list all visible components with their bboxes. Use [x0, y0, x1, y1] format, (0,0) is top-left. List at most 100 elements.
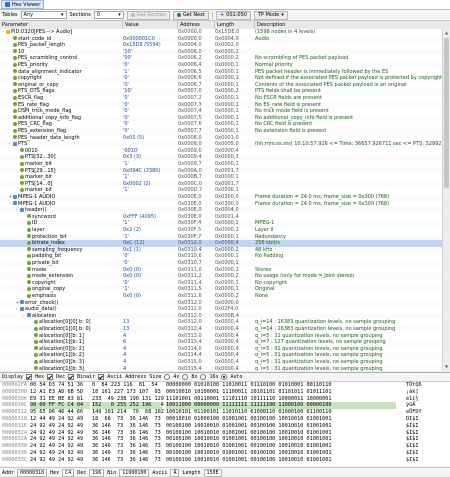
param-value: '1' — [123, 233, 129, 240]
hex-row[interactable]: 0000032A 24 92 49 24 92 49 36 146 73 36 14… — [0, 436, 450, 443]
tree-row[interactable]: original_copy '1' 0x0311,5 0x0000,1 Original — [0, 286, 442, 293]
parameter-tree[interactable]: - PID:0320[PES --> Audio] 0x0000,0 0x15DE,0… — [0, 29, 442, 371]
tree-row[interactable]: allocation[1][b: 2] 4 0x0314,4 0x0000,4 q_i=… — [0, 352, 442, 359]
tree-row[interactable]: PES_CRC_flag '0' 0x0007,6 0x0000,1 No CRC fi… — [0, 121, 442, 128]
tree-row[interactable]: PES_header_data_length 0x05 (5) 0x0008,0 0x… — [0, 135, 442, 142]
tree-row[interactable]: allocation[0][b: 1] 4 0x0313,0 0x0000,4 q_i=… — [0, 333, 442, 340]
hex-field[interactable]: C4 — [62, 468, 75, 477]
tree-row[interactable]: PTS_DTS_flags '10' 0x0007,0 0x0000,2 PTS fie… — [0, 88, 442, 95]
col-value[interactable]: Value — [123, 21, 178, 29]
sections-select[interactable]: 0 ▾ — [93, 11, 124, 19]
tree-row[interactable]: ESCR_flag '0' 0x0007,2 0x0000,1 No ESCR fiel… — [0, 95, 442, 102]
tree-row[interactable]: - MPEG-1 AUDIO 0x030E,0 0x0300,0 Frame durat… — [0, 201, 442, 208]
tree-row[interactable]: DSM_trick_mode_flag '0' 0x0007,4 0x0000,1 No… — [0, 108, 442, 115]
radio-auto[interactable] — [221, 374, 228, 380]
tree-row[interactable]: + error_check() 0x0312,0 0x0000,0 — [0, 299, 442, 307]
tree-row[interactable]: allocation[1][0] b: 0] 13 0x0312,4 0x0000,4… — [0, 326, 442, 333]
tp-mode-button[interactable]: TP Mode ▾ — [253, 10, 288, 20]
hex-row[interactable]: 000002FA 00 54 D3 74 51 36 0 84 223 116 81… — [0, 382, 450, 389]
tree-row[interactable]: marker_bit '1' 0x000D,7 0x0000,1 — [0, 187, 442, 194]
scroll-up-icon[interactable]: ▲ — [444, 30, 449, 36]
field-icon — [34, 319, 38, 324]
col-description[interactable]: Description — [255, 21, 450, 29]
tree-row[interactable]: + MPEG-1 AUDIO 0x000E,0 0x0300,0 Frame durat… — [0, 194, 442, 201]
tree-row[interactable]: additional_copy_info_flag '0' 0x0007,5 0x00… — [0, 114, 442, 122]
addr-field[interactable]: 00000310 — [17, 468, 48, 477]
tree-row[interactable]: PTS[29...15] 0x094C (2380) 0x000A,0 0x0001,… — [0, 167, 442, 175]
hex-row[interactable]: 00000300 12 A1 E3 AD 6B 5D 18 161 227 173 … — [0, 389, 450, 396]
tree-row[interactable]: layer 0x2 (2) 0x030F,5 0x0000,2 Layer II — [0, 227, 442, 234]
radio-8x[interactable] — [182, 374, 189, 380]
radio-4x[interactable] — [164, 374, 171, 380]
hex-dump[interactable]: 000002FA 00 54 D3 74 51 36 0 84 223 116 81… — [0, 382, 450, 466]
tree-row[interactable]: original_or_copy '0' 0x0006,7 0x0000,1 Conte… — [0, 82, 442, 89]
ascii-checkbox[interactable] — [98, 374, 105, 380]
dec-checkbox[interactable] — [47, 374, 54, 380]
col-length[interactable]: Length — [215, 21, 255, 29]
tree-row[interactable]: - PID:0320[PES --> Audio] 0x0000,0 0x15DE,0… — [0, 29, 442, 36]
tree-row[interactable]: data_alignment_indicator '1' 0x0006,5 0x000… — [0, 69, 442, 76]
hex-viewer-tab[interactable]: Hex Viewer — [1, 0, 45, 9]
tree-row[interactable]: - header() 0x030E,0 0x0004,0 — [0, 207, 442, 214]
tree-row[interactable]: start_code_id 0x000001C0 0x0000,0 0x0004,0 A… — [0, 35, 442, 43]
tree-row[interactable]: copyright '0' 0x0006,6 0x0000,1 Not defined … — [0, 75, 442, 82]
tree-row[interactable]: mode 0x0 (0) 0x0311,0 0x0000,2 Stereo — [0, 267, 442, 274]
param-length: 0x0004,0 — [215, 207, 239, 214]
hex-row[interactable]: 0000031E 24 92 49 24 92 49 36 146 73 36 14… — [0, 423, 450, 430]
tree-row[interactable]: allocation[0][b: 2] 4 0x0314,0 0x0000,4 q_i=… — [0, 346, 442, 353]
param-name-text: PES_header_data_length — [18, 134, 80, 141]
tree-row[interactable]: padding_bit '0' 0x0310,6 0x0000,1 No Padding — [0, 253, 442, 260]
hex-row[interactable]: 00000336 24 92 49 24 92 49 36 146 73 36 14… — [0, 450, 450, 457]
tree-row[interactable]: sampling_frequency 0x1 (1) 0x0310,4 0x0000,… — [0, 246, 442, 254]
tree-row[interactable]: allocation[1][b: 1] 6 0x0313,4 0x0000,4 q_i=… — [0, 339, 442, 346]
get-next-button[interactable]: Get Next — [172, 10, 209, 20]
hex-row[interactable]: 0000033C 24 92 49 24 92 49 36 146 73 36 14… — [0, 457, 450, 464]
tree-row[interactable]: ES_rate_flag '0' 0x0007,3 0x0000,1 No ES_rat… — [0, 101, 442, 109]
tree-row[interactable]: PES_extension_flag '0' 0x0007,7 0x0000,1 No … — [0, 128, 442, 135]
tree-row[interactable]: PES_priority '0' 0x0006,4 0x0000,1 Normal pr… — [0, 62, 442, 69]
dec-field[interactable]: 196 — [89, 468, 105, 477]
get-section-button[interactable]: Get Section — [126, 10, 170, 20]
hex-row[interactable]: 00000330 24 92 49 24 92 49 36 146 73 36 14… — [0, 443, 450, 450]
tree-row[interactable]: - audio_data() 0x0312,0 0x02F4,0 — [0, 306, 442, 313]
hex-checkbox[interactable] — [26, 374, 33, 380]
hex-row[interactable]: 00000324 24 92 49 24 92 49 36 146 73 36 14… — [0, 430, 450, 437]
tree-row[interactable]: marker_bit '1' 0x000B,7 0x0000,1 — [0, 174, 442, 181]
hex-row[interactable]: 00000306 E9 31 EE BE 83 81 233 49 238 190 … — [0, 396, 450, 403]
tree-row[interactable]: bitrate_index 0xC (12) 0x0310,0 0x0000,4 256… — [0, 240, 442, 247]
length-field[interactable]: 150E — [203, 468, 222, 477]
hex-row[interactable]: 00000312 95 65 D6 46 44 66 149 101 214 70 … — [0, 409, 450, 416]
tree-row[interactable]: emphasis 0x0 (0) 0x0311,6 0x0000,2 None — [0, 293, 442, 300]
tree-scrollbar[interactable]: ▲ ▼ — [442, 29, 450, 371]
hex-row[interactable]: 00000318 12 44 49 24 92 49 18 68 73 36 146… — [0, 416, 450, 423]
pid-button[interactable]: + 001:050 — [215, 10, 251, 20]
tree-row[interactable]: PES_packet_length 0x15D8 (5594) 0x0004,0 0x… — [0, 42, 442, 49]
tree-row[interactable]: ID '1' 0x030F,4 0x0000,1 MPEG-1 — [0, 220, 442, 227]
tree-row[interactable]: - PTS 0x0009,0 0x0005,0 (hh:mm:ss.ms) 10:10:… — [0, 141, 442, 148]
tree-row[interactable]: 0010 '0010' 0x0009,0 0x0000,4 — [0, 148, 442, 155]
tree-row[interactable]: copyright '0' 0x0311,4 0x0000,1 No copyright — [0, 280, 442, 287]
radio-16x[interactable] — [200, 374, 207, 380]
tree-row[interactable]: 10 '10' 0x0006,0 0x0000,2 — [0, 48, 442, 56]
tree-row[interactable]: mode_extension 0x0 (0) 0x0311,2 0x0000,2 No … — [0, 273, 442, 280]
bin-field[interactable]: 11000100 — [119, 468, 150, 477]
col-parameter[interactable]: Parameter — [0, 21, 123, 29]
tables-select[interactable]: Any ▾ — [20, 11, 67, 19]
tree-row[interactable]: private_bit '0' 0x0310,7 0x0000,1 — [0, 260, 442, 267]
tree-row[interactable]: PES_scrambling_control '00' 0x0006,2 0x0000… — [0, 55, 442, 62]
col-address[interactable]: Address — [178, 21, 215, 29]
ascii-field[interactable]: Ä — [170, 468, 180, 477]
binair-checkbox[interactable] — [68, 374, 75, 380]
tree-row[interactable]: allocation[1][b: 3] 4 0x0315,4 0x0000,4 q_i=… — [0, 365, 442, 371]
tree-row[interactable]: allocation[0][0] b: 0] 13 0x0312,0 0x0000,4… — [0, 319, 442, 326]
scroll-down-icon[interactable]: ▼ — [444, 364, 449, 370]
tree-row[interactable]: marker_bit '1' 0x0009,7 0x0000,1 — [0, 161, 442, 168]
tree-row[interactable]: allocation[0][b: 3] 4 0x0315,0 0x0000,4 q_i=… — [0, 359, 442, 366]
tree-row[interactable]: PTS[32...30] 0x3 (3) 0x0009,4 0x0000,3 — [0, 154, 442, 161]
tree-row[interactable]: - allocation 0x0312,0 0x000B,4 — [0, 312, 442, 320]
tree-row[interactable]: protection_bit '1' 0x030F,7 0x0000,1 Redunda… — [0, 233, 442, 241]
scrollbar-thumb[interactable] — [444, 38, 449, 188]
tree-row[interactable]: PTS[14...0] 0x0002 (2) 0x000C,0 0x0001,7 — [0, 180, 442, 188]
tree-row[interactable]: syncword 0xFFF (4095) 0x030E,0 0x0001,4 — [0, 214, 442, 221]
hex-row[interactable]: 0000030C 98 00 FF FC C4 04 152 0 255 252 1… — [0, 402, 450, 409]
